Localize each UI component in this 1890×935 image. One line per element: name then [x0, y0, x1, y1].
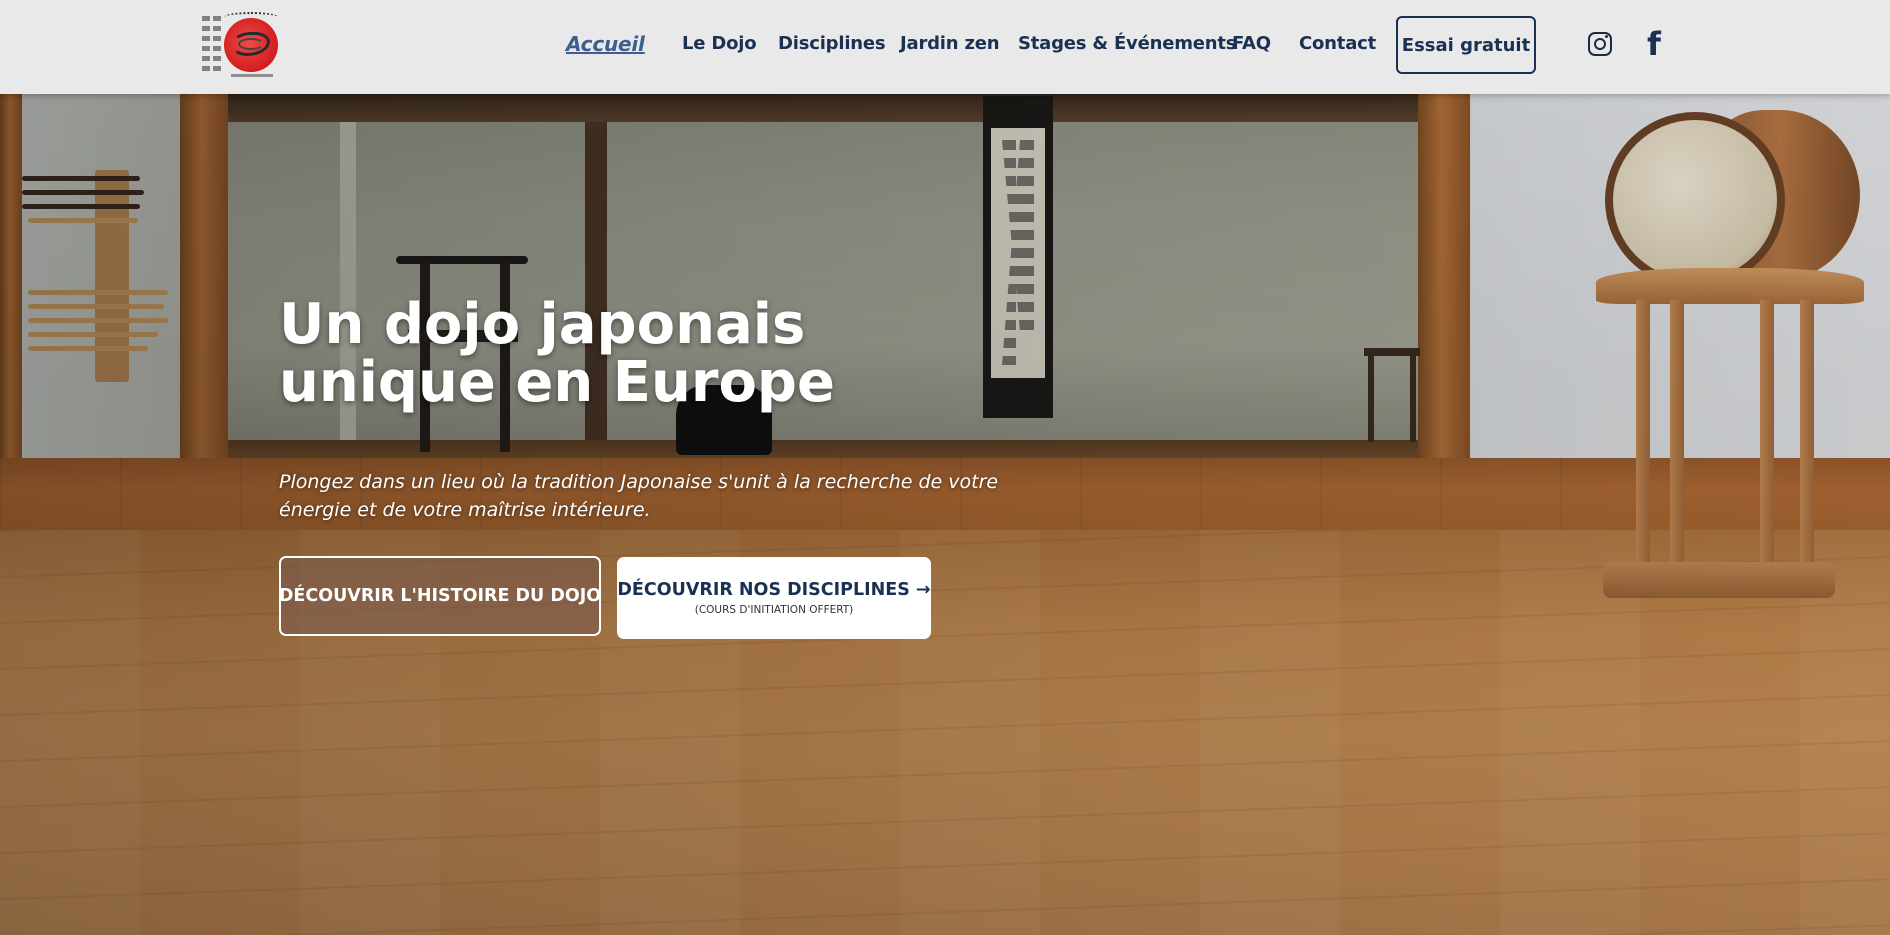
discover-history-button[interactable]: DÉCOUVRIR L'HISTOIRE DU DOJO — [279, 556, 601, 636]
nav-item-contact[interactable]: Contact — [1299, 33, 1376, 54]
site-logo[interactable] — [198, 12, 280, 78]
nav-item-accueil[interactable]: Accueil — [566, 32, 645, 56]
instagram-icon[interactable] — [1586, 30, 1614, 58]
discover-disciplines-label: DÉCOUVRIR NOS DISCIPLINES → — [617, 580, 931, 600]
hero-subtitle: Plongez dans un lieu où la tradition Jap… — [279, 471, 999, 521]
discover-disciplines-button[interactable]: DÉCOUVRIR NOS DISCIPLINES → (COURS D'INI… — [617, 557, 931, 639]
logo-kanji-text — [213, 16, 221, 72]
nav-item-jardin-zen[interactable]: Jardin zen — [900, 33, 1000, 54]
nav-item-faq[interactable]: FAQ — [1232, 33, 1271, 54]
instagram-icon-lens — [1594, 38, 1606, 50]
instagram-icon-dot — [1605, 35, 1608, 38]
nav-item-disciplines[interactable]: Disciplines — [778, 33, 886, 54]
dragon-icon — [238, 38, 264, 50]
nav-item-stages-evenements[interactable]: Stages & Événements — [1018, 33, 1237, 54]
facebook-icon-glyph: f — [1647, 25, 1661, 63]
free-trial-button[interactable]: Essai gratuit — [1396, 16, 1536, 74]
free-intro-course-note: (COURS D'INITIATION OFFERT) — [694, 604, 854, 616]
logo-kanji-text — [202, 16, 210, 72]
site-header: Accueil Le Dojo Disciplines Jardin zen S… — [0, 0, 1890, 94]
hero-title: Un dojo japonais unique en Europe — [279, 292, 835, 415]
logo-caption — [231, 74, 273, 77]
nav-item-le-dojo[interactable]: Le Dojo — [682, 33, 757, 54]
facebook-icon[interactable]: f — [1642, 26, 1670, 62]
